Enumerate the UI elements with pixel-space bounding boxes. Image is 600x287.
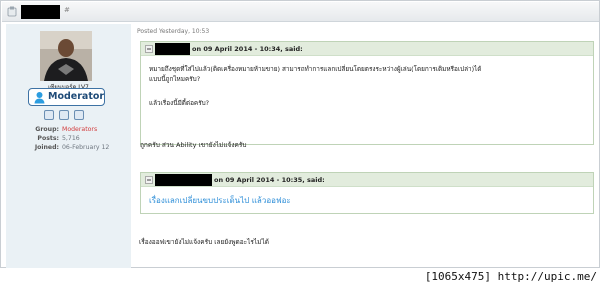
stat-group: Group: Moderators xyxy=(35,126,98,133)
redacted-username xyxy=(21,5,60,19)
message-icon[interactable] xyxy=(59,110,69,120)
pin-icon xyxy=(7,6,17,17)
quote-header: on 09 April 2014 - 10:35, said: xyxy=(141,173,593,187)
redacted-quote-author xyxy=(155,174,212,186)
quote-body: เรื่องแลกเปลี่ยนขบประเด็นไป แล้วออฟอะ xyxy=(149,196,291,205)
quote-icon xyxy=(145,45,153,53)
image-caption: [1065x475] http://upic.me/ xyxy=(424,270,597,283)
reply-text: เรื่องออฟเขายังไม่แจ้งครับ เลยยังพูดอะไร… xyxy=(139,238,269,246)
stat-joined: Joined: 06-February 12 xyxy=(34,144,110,151)
quote-line: แล้วเรื่องนี้มีดี้ต่อครับ? xyxy=(149,99,210,107)
redacted-quote-author xyxy=(155,43,190,55)
quote-date: on 09 April 2014 - 10:34, said: xyxy=(192,45,303,53)
post-content: Posted Yesterday, 10:53 on 09 April 2014… xyxy=(134,24,599,268)
post-link-icon[interactable]: # xyxy=(64,6,70,14)
profile-icon[interactable] xyxy=(44,110,54,120)
avatar[interactable] xyxy=(40,31,92,81)
reply-text: ถูกครับ ส่วน Ability เขายังไม่แจ้งครับ xyxy=(140,141,247,149)
forum-post: # เซียนบอร์ด LV7 Moderator Gro xyxy=(0,0,600,268)
quote-line: แบบนี้ถูกไหมครับ? xyxy=(149,75,201,83)
author-panel: เซียนบอร์ด LV7 Moderator Group: Moderato… xyxy=(6,24,131,268)
user-icon xyxy=(34,92,45,104)
quote-block: on 09 April 2014 - 10:34, said: หมายถึงช… xyxy=(140,41,594,145)
quote-icon xyxy=(145,176,153,184)
quote-block: on 09 April 2014 - 10:35, said: เรื่องแล… xyxy=(140,172,594,214)
quote-header: on 09 April 2014 - 10:34, said: xyxy=(141,42,593,56)
quote-date: on 09 April 2014 - 10:35, said: xyxy=(214,176,325,184)
stat-posts: Posts: 5,716 xyxy=(37,135,80,142)
quote-line: หมายถึงชุดที่ใส่ไปแล้ว(ติดเครื่องหมายห้า… xyxy=(149,65,482,73)
post-header-bar: # xyxy=(2,2,599,22)
posted-time: Posted Yesterday, 10:53 xyxy=(137,28,210,35)
moderator-badge: Moderator xyxy=(28,88,105,106)
badge-label: Moderator xyxy=(48,91,105,102)
author-action-icons xyxy=(44,110,94,122)
email-icon[interactable] xyxy=(74,110,84,120)
